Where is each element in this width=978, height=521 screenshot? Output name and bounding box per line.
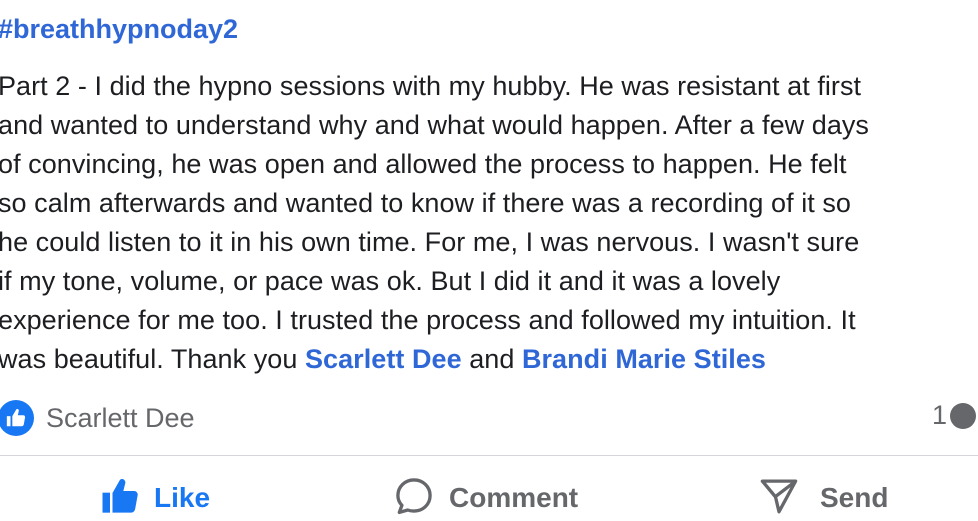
post-line-joiner: and (461, 344, 522, 374)
post-line-prefix: was beautiful. Thank you (0, 344, 305, 374)
thumbs-up-icon (0, 400, 34, 436)
reactor-name: Scarlett Dee (46, 402, 195, 433)
like-button[interactable]: Like (100, 474, 210, 521)
divider (0, 455, 978, 456)
send-icon (758, 475, 800, 521)
send-label: Send (820, 482, 889, 513)
post-line: of convincing, he was open and allowed t… (0, 149, 847, 179)
post-line: he could listen to it in his own time. F… (0, 227, 860, 257)
mention-scarlett-dee[interactable]: Scarlett Dee (305, 344, 462, 374)
post-body: Part 2 - I did the hypno sessions with m… (0, 67, 978, 379)
send-button[interactable]: Send (758, 474, 888, 521)
post-line: and wanted to understand why and what wo… (0, 110, 869, 140)
post-line: if my tone, volume, or pace was ok. But … (0, 266, 781, 296)
like-icon (100, 476, 140, 521)
reactions-summary[interactable]: Scarlett Dee (0, 398, 195, 438)
hashtag-link[interactable]: #breathhypnoday2 (0, 14, 238, 45)
post-line-last: was beautiful. Thank you Scarlett Dee an… (0, 340, 978, 379)
post-line: Part 2 - I did the hypno sessions with m… (0, 71, 862, 101)
comment-label: Comment (449, 482, 579, 513)
comment-count[interactable]: 1 (932, 400, 977, 431)
post-line: experience for me too. I trusted the pro… (0, 305, 856, 335)
post-card: #breathhypnoday2 Part 2 - I did the hypn… (0, 0, 978, 521)
comment-icon (393, 475, 435, 521)
like-label: Like (154, 482, 211, 513)
comment-button[interactable]: Comment (393, 474, 578, 521)
post-line: so calm afterwards and wanted to know if… (0, 188, 851, 218)
mention-brandi-marie-stiles[interactable]: Brandi Marie Stiles (522, 344, 766, 374)
comment-count-number: 1 (932, 400, 948, 430)
action-bar: Like Comment Send (0, 470, 978, 521)
comment-bubble-icon (950, 402, 977, 429)
